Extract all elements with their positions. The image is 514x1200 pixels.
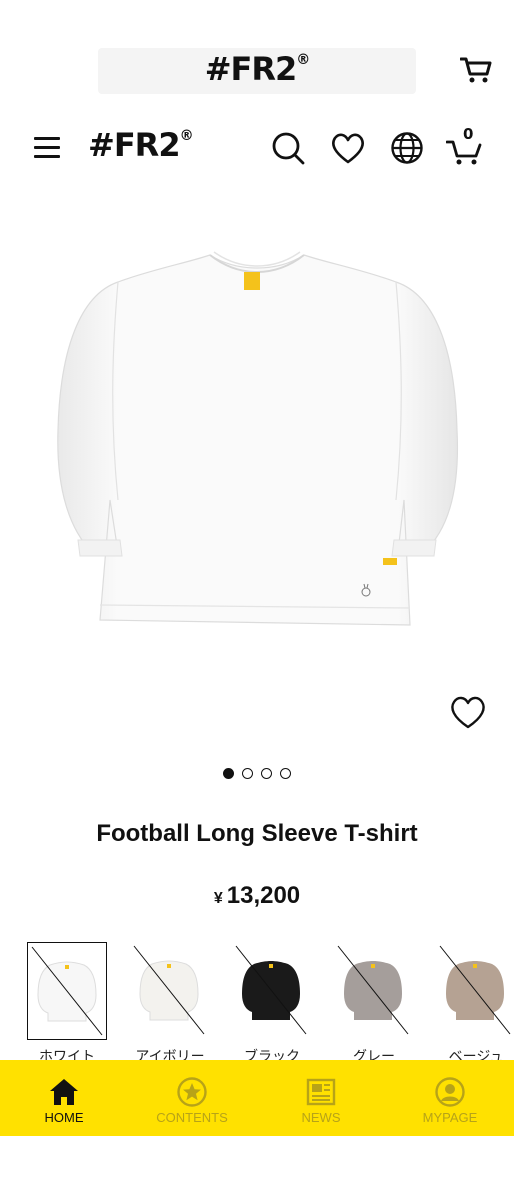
cart-count-badge: 0 — [463, 125, 474, 143]
brand-logo-top[interactable]: #FR2® — [0, 50, 514, 88]
color-label: ベージュ — [448, 1049, 504, 1060]
color-swatch-black[interactable] — [232, 942, 312, 1040]
color-swatches: ホワイト アイボリー ブラック グレー ベージュ — [0, 940, 514, 1060]
tab-home[interactable]: HOME — [0, 1060, 128, 1136]
tab-contents[interactable]: CONTENTS — [128, 1060, 256, 1136]
top-banner: #FR2® — [0, 0, 514, 120]
pager-dot[interactable] — [242, 768, 253, 779]
image-pager — [0, 768, 514, 779]
color-label: ブラック — [244, 1049, 300, 1060]
menu-icon[interactable] — [34, 137, 60, 161]
product-image[interactable] — [0, 200, 514, 700]
color-label: グレー — [353, 1049, 395, 1060]
site-header: #FR2® 0 — [0, 120, 514, 180]
tab-label: MYPAGE — [422, 1110, 478, 1125]
pager-dot[interactable] — [223, 768, 234, 779]
color-label: ホワイト — [39, 1049, 95, 1060]
product-title: Football Long Sleeve T-shirt — [96, 820, 418, 847]
tab-label: CONTENTS — [156, 1110, 228, 1125]
globe-icon[interactable] — [389, 130, 425, 166]
color-label: アイボリー — [135, 1049, 205, 1060]
currency-symbol: ¥ — [213, 890, 223, 907]
newspaper-icon — [306, 1078, 336, 1106]
pager-dot[interactable] — [261, 768, 272, 779]
user-circle-icon — [435, 1077, 465, 1107]
tab-label: NEWS — [301, 1110, 341, 1125]
heart-icon[interactable] — [330, 130, 366, 166]
search-icon[interactable] — [270, 130, 306, 166]
star-circle-icon — [177, 1077, 207, 1107]
color-swatch-gray[interactable] — [334, 942, 414, 1040]
bottom-tab-bar: HOME CONTENTS NEWS MYPAGE — [0, 1060, 514, 1136]
pager-dot[interactable] — [280, 768, 291, 779]
tab-mypage[interactable]: MYPAGE — [386, 1060, 514, 1136]
color-swatch-white[interactable] — [27, 942, 107, 1040]
color-swatch-ivory[interactable] — [130, 942, 210, 1040]
favorite-heart-icon[interactable] — [448, 694, 488, 730]
cart-icon[interactable] — [460, 56, 492, 84]
product-price: ¥13,200 — [0, 882, 514, 910]
home-icon — [50, 1079, 78, 1105]
tab-label: HOME — [44, 1110, 84, 1125]
price-amount: 13,200 — [226, 882, 301, 909]
tab-news[interactable]: NEWS — [257, 1060, 385, 1136]
color-swatch-beige[interactable] — [436, 942, 514, 1040]
brand-logo[interactable]: #FR2® — [88, 126, 194, 164]
